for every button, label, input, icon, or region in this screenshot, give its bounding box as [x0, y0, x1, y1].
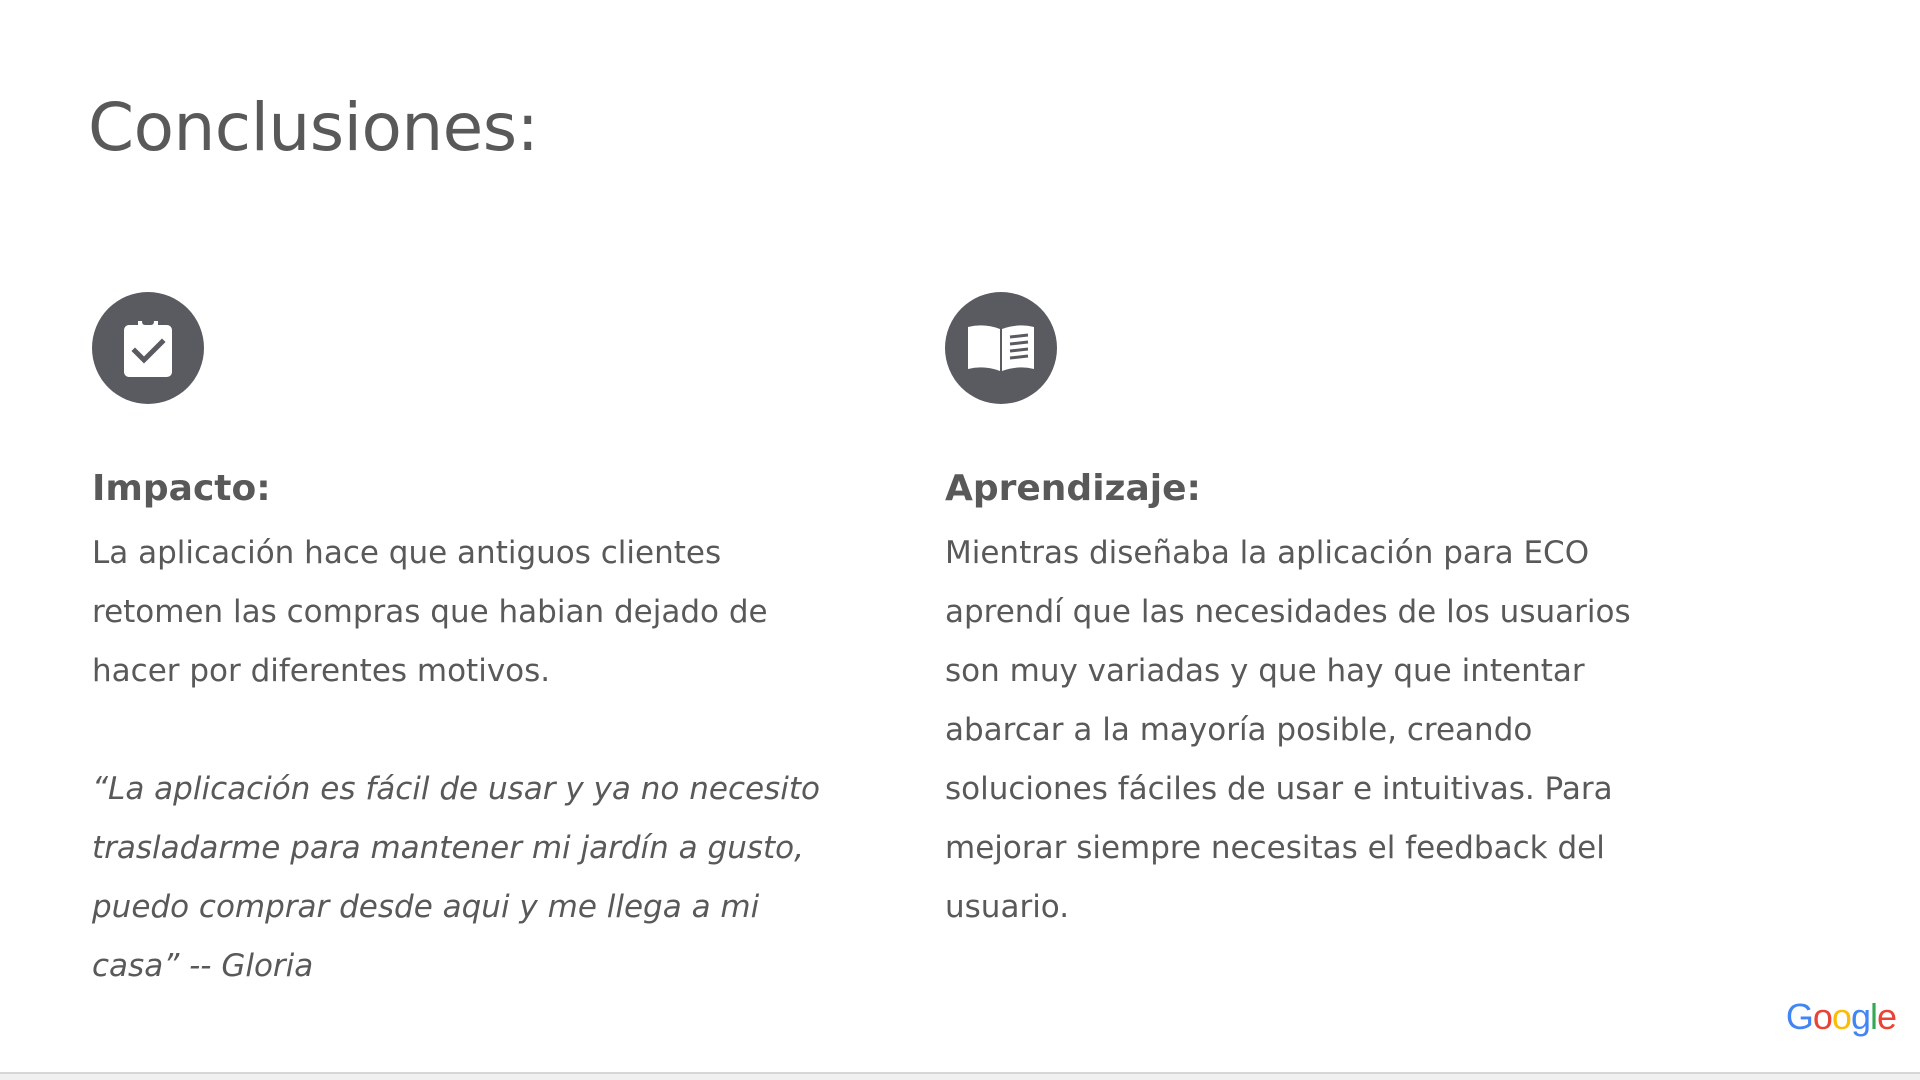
impact-body: La aplicación hace que antiguos clientes…	[92, 535, 768, 689]
learning-body: Mientras diseñaba la aplicación para ECO…	[945, 535, 1631, 925]
open-book-icon	[945, 292, 1057, 404]
impact-heading: Impacto:	[92, 468, 271, 509]
slide-bottom-border	[0, 1072, 1920, 1080]
impact-column: Impacto: La aplicación hace que antiguos…	[92, 292, 832, 996]
clipboard-check-icon	[92, 292, 204, 404]
testimonial-quote: “La aplicación es fácil de usar y ya no …	[92, 771, 820, 984]
learning-heading: Aprendizaje:	[945, 468, 1201, 509]
slide: Conclusiones: Impacto: La aplicación hac…	[0, 0, 1920, 1072]
learning-column: Aprendizaje: Mientras diseñaba la aplica…	[945, 292, 1685, 937]
google-logo: Google	[1785, 996, 1897, 1037]
slide-title: Conclusiones:	[88, 89, 539, 166]
